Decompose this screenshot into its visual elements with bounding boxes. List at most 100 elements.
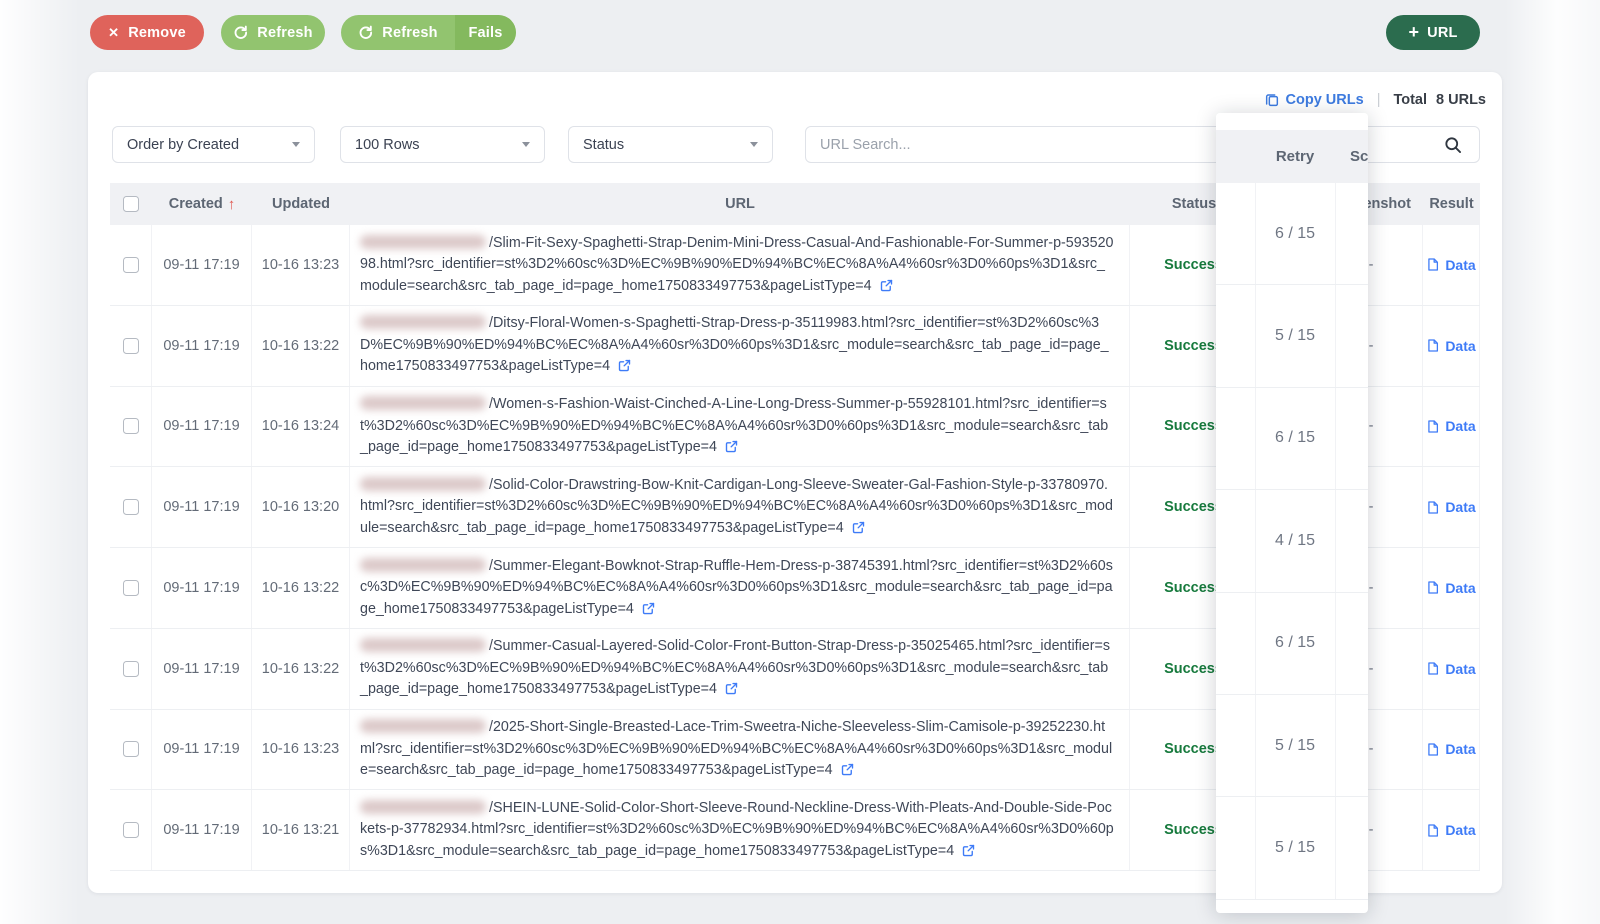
url-cell: /2025-Short-Single-Breasted-Lace-Trim-Sw… (350, 709, 1130, 790)
updated-cell: 10-16 13:22 (252, 548, 350, 628)
created-cell: 09-11 17:19 (152, 305, 252, 386)
remove-button[interactable]: ✕ Remove (90, 15, 204, 50)
url-search-input[interactable] (806, 127, 1479, 162)
refresh-fails-refresh-label: Refresh (382, 24, 438, 41)
refresh-icon (359, 25, 373, 39)
file-icon (1428, 500, 1439, 514)
external-link-icon[interactable] (961, 843, 976, 858)
url-cell: /SHEIN-LUNE-Solid-Color-Short-Sleeve-Rou… (350, 790, 1130, 870)
add-url-button[interactable]: + URL (1386, 15, 1480, 50)
x-icon: ✕ (108, 25, 120, 40)
updated-cell: 10-16 13:22 (252, 628, 350, 709)
row-checkbox[interactable] (122, 499, 139, 516)
redacted-domain-blur (360, 719, 486, 734)
ghost-row: 6 / 15 (1216, 388, 1368, 491)
redacted-domain-blur (360, 234, 486, 249)
data-link[interactable]: Data (1426, 579, 1476, 596)
ghost-retry-value: 5 / 15 (1274, 736, 1316, 754)
external-link-icon[interactable] (724, 681, 739, 696)
row-checkbox[interactable] (122, 337, 139, 354)
external-link-icon[interactable] (879, 278, 894, 293)
refresh-fails-fails-segment[interactable]: Fails (455, 15, 516, 50)
row-checkbox[interactable] (122, 418, 139, 435)
data-link[interactable]: Data (1426, 741, 1476, 758)
row-checkbox[interactable] (122, 741, 139, 758)
refresh-fails-button[interactable]: Refresh Fails (341, 15, 516, 50)
updated-cell: 10-16 13:21 (252, 790, 350, 870)
external-link-icon[interactable] (617, 358, 632, 373)
updated-cell: 10-16 13:23 (252, 225, 350, 305)
total-urls: Total 8 URLs (1393, 92, 1486, 108)
updated-cell: 10-16 13:24 (252, 386, 350, 467)
created-cell: 09-11 17:19 (152, 386, 252, 467)
summary-row: Copy URLs | Total 8 URLs (1264, 88, 1486, 112)
ghost-body: 6 / 15 5 / 15 6 / 15 4 / 15 6 / 15 5 / 1… (1216, 183, 1368, 900)
url-cell: /Ditsy-Floral-Women-s-Spaghetti-Strap-Dr… (350, 305, 1130, 386)
data-link[interactable]: Data (1426, 499, 1476, 516)
ghost-screenshot-header: Screenshot (1350, 148, 1368, 165)
retry-column-drag-ghost[interactable]: Retry Screenshot 6 / 15 5 / 15 6 / 15 4 … (1216, 113, 1368, 913)
ghost-row: 5 / 15 (1216, 695, 1368, 798)
external-link-icon[interactable] (851, 520, 866, 535)
file-icon (1428, 420, 1439, 433)
data-link-label: Data (1445, 337, 1476, 354)
created-cell: 09-11 17:19 (152, 467, 252, 547)
row-checkbox[interactable] (122, 256, 139, 273)
refresh-button-label: Refresh (257, 24, 313, 41)
data-link-label: Data (1445, 822, 1476, 839)
updated-cell: 10-16 13:20 (252, 467, 350, 547)
ghost-retry-value: 5 / 15 (1274, 839, 1316, 857)
file-icon (1428, 581, 1439, 595)
summary-separator: | (1376, 92, 1381, 108)
column-header-url: URL (725, 196, 755, 212)
rows-per-page-select[interactable]: 100 Rows (340, 126, 545, 163)
data-link[interactable]: Data (1426, 257, 1476, 273)
select-all-checkbox[interactable] (123, 196, 139, 212)
ghost-retry-value: 6 / 15 (1274, 224, 1316, 242)
url-cell: /Women-s-Fashion-Waist-Cinched-A-Line-Lo… (350, 386, 1130, 467)
data-link[interactable]: Data (1426, 337, 1476, 354)
redacted-domain-blur (360, 315, 486, 330)
redacted-domain-blur (360, 638, 486, 653)
created-cell: 09-11 17:19 (152, 628, 252, 709)
copy-urls-link[interactable]: Copy URLs (1264, 92, 1364, 108)
order-by-select[interactable]: Order by Created (112, 126, 315, 163)
external-link-icon[interactable] (840, 762, 855, 777)
refresh-fails-refresh-segment[interactable]: Refresh (341, 15, 455, 50)
external-link-icon[interactable] (724, 439, 739, 454)
data-link-label: Data (1445, 499, 1476, 516)
created-header-label: Created (168, 196, 223, 212)
ghost-row: 6 / 15 (1216, 183, 1368, 286)
rows-per-page-select-value: 100 Rows (355, 136, 420, 153)
data-link[interactable]: Data (1426, 418, 1476, 435)
column-header-result: Result (1429, 196, 1474, 212)
order-by-select-value: Order by Created (127, 136, 240, 153)
refresh-button[interactable]: Refresh (221, 15, 325, 50)
data-link-label: Data (1445, 741, 1476, 758)
search-icon[interactable] (1443, 135, 1463, 155)
refresh-icon (234, 25, 248, 39)
data-link[interactable]: Data (1426, 822, 1476, 839)
redacted-domain-blur (360, 557, 486, 572)
status-filter-select[interactable]: Status (568, 126, 773, 163)
refresh-fails-fails-label: Fails (468, 24, 503, 41)
external-link-icon[interactable] (641, 601, 656, 616)
redacted-domain-blur (360, 396, 486, 411)
data-link[interactable]: Data (1426, 661, 1476, 677)
ghost-retry-value: 6 / 15 (1274, 634, 1316, 652)
row-checkbox[interactable] (122, 822, 139, 839)
ghost-row: 5 / 15 (1216, 285, 1368, 388)
row-checkbox[interactable] (122, 660, 139, 677)
plus-icon: + (1408, 21, 1420, 42)
file-icon (1428, 743, 1439, 756)
data-link-label: Data (1445, 579, 1476, 596)
redacted-domain-blur (360, 799, 486, 814)
data-link-label: Data (1445, 418, 1476, 435)
column-header-created[interactable]: Created ↑ (152, 196, 252, 213)
total-label: Total (1393, 92, 1428, 108)
created-cell: 09-11 17:19 (152, 548, 252, 628)
ghost-top-strip (1216, 113, 1368, 130)
ghost-retry-value: 6 / 15 (1274, 429, 1316, 447)
row-checkbox[interactable] (122, 579, 139, 596)
redacted-domain-blur (360, 476, 486, 491)
